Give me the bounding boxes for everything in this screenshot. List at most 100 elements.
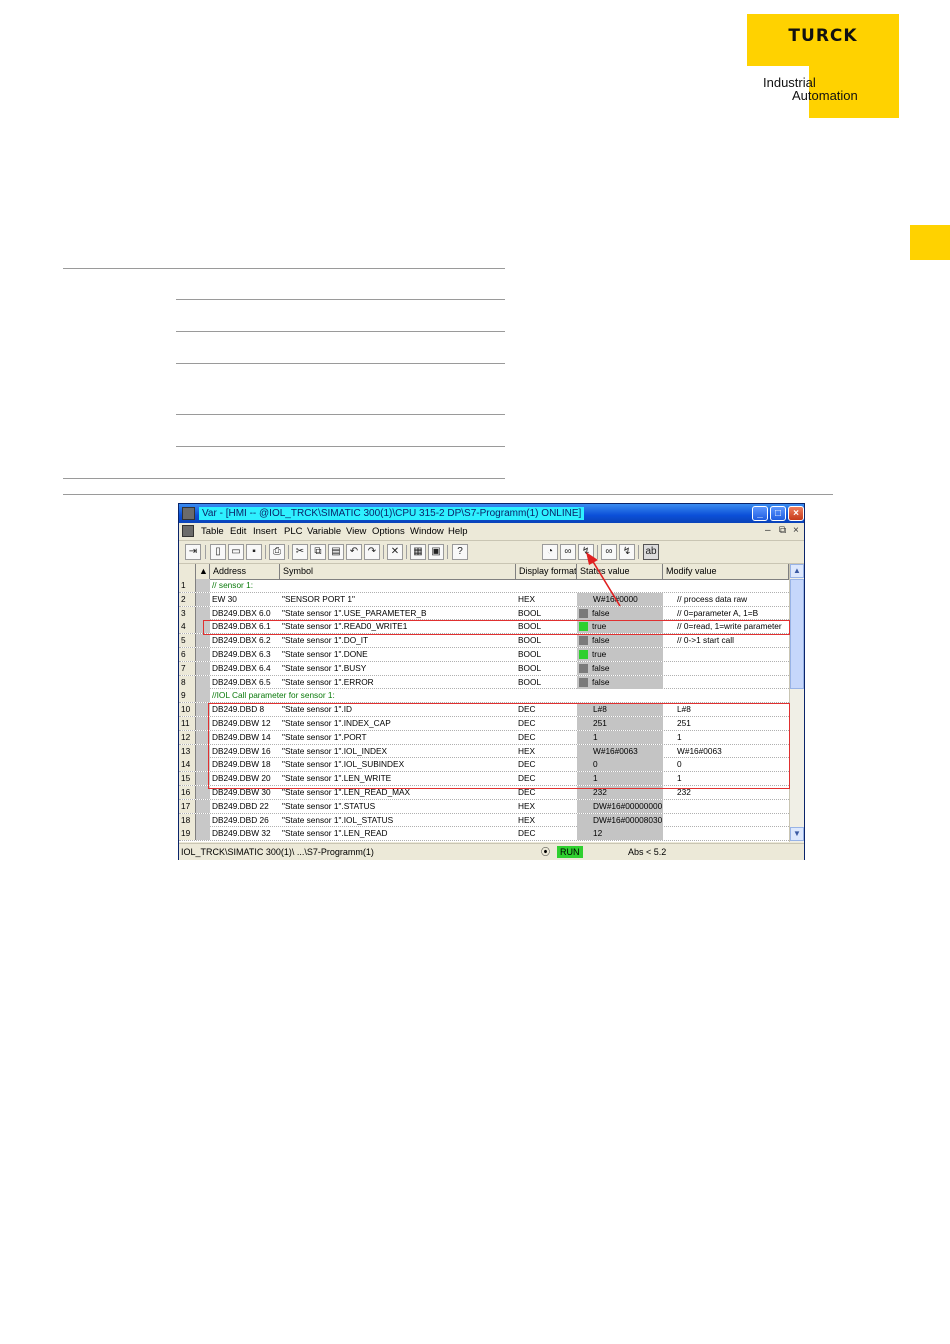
table-rule xyxy=(176,446,505,447)
modify-once-icon[interactable]: ↯ xyxy=(619,544,635,560)
mdi-restore-button[interactable]: ⧉ xyxy=(779,525,786,536)
header-status-value[interactable]: Status value xyxy=(577,564,663,579)
table-row[interactable]: 18 DB249.DBD 26 "State sensor 1".IOL_STATU… xyxy=(179,813,789,828)
help-context-icon[interactable]: ? xyxy=(452,544,468,560)
address-cell[interactable]: DB249.DBX 6.5 xyxy=(210,676,280,689)
table-row[interactable]: 5 DB249.DBX 6.2 "State sensor 1".DO_IT BOOL… xyxy=(179,634,789,648)
modify-value-cell[interactable]: // 0->1 start call xyxy=(663,634,789,647)
modify-value-cell[interactable] xyxy=(663,827,789,840)
menu-table[interactable]: Table xyxy=(201,526,224,537)
symbol-cell[interactable]: "State sensor 1".DO_IT xyxy=(280,634,516,647)
table-row[interactable]: 6 DB249.DBX 6.3 "State sensor 1".DONE BOOL t… xyxy=(179,648,789,662)
menu-insert[interactable]: Insert xyxy=(253,526,277,537)
modify-value-cell[interactable] xyxy=(663,648,789,661)
row-number: 11 xyxy=(179,717,196,730)
menu-view[interactable]: View xyxy=(346,526,366,537)
format-cell[interactable]: BOOL xyxy=(516,634,577,647)
address-cell[interactable]: EW 30 xyxy=(210,593,280,606)
save-icon[interactable]: ▪ xyxy=(246,544,262,560)
symbol-cell[interactable]: "State sensor 1".LEN_READ xyxy=(280,827,516,840)
header-address[interactable]: Address xyxy=(210,564,280,579)
table-row[interactable]: 8 DB249.DBX 6.5 "State sensor 1".ERROR BOOL… xyxy=(179,675,789,690)
delete-icon[interactable]: ✕ xyxy=(387,544,403,560)
modify-value-cell[interactable]: // 0=parameter A, 1=B xyxy=(663,607,789,620)
status-value: W#16#0000 xyxy=(593,593,638,604)
format-cell[interactable]: DEC xyxy=(516,827,577,840)
format-cell[interactable]: BOOL xyxy=(516,662,577,675)
print-icon[interactable]: ⎙ xyxy=(269,544,285,560)
header-modify-value[interactable]: Modify value xyxy=(663,564,789,579)
accessible-nodes-icon[interactable]: ▦ xyxy=(410,544,426,560)
document-icon[interactable] xyxy=(182,525,194,537)
menu-help[interactable]: Help xyxy=(448,526,468,537)
table-row[interactable]: 19 DB249.DBW 32 "State sensor 1".LEN_READ D… xyxy=(179,827,789,842)
symbol-cell[interactable]: "State sensor 1".BUSY xyxy=(280,662,516,675)
sort-icon[interactable]: ▲ xyxy=(196,564,210,579)
format-cell[interactable]: HEX xyxy=(516,800,577,813)
menu-window[interactable]: Window xyxy=(410,526,444,537)
minimize-button[interactable]: _ xyxy=(752,506,768,521)
row-marker xyxy=(196,661,210,675)
table-row[interactable]: 1 // sensor 1: xyxy=(179,579,789,593)
address-cell[interactable]: DB249.DBX 6.0 xyxy=(210,607,280,620)
address-cell[interactable]: DB249.DBX 6.3 xyxy=(210,648,280,661)
scroll-up-icon[interactable]: ▲ xyxy=(790,564,804,578)
symbol-cell[interactable]: "State sensor 1".ERROR xyxy=(280,676,516,689)
table-row[interactable]: 9 //IOL Call parameter for sensor 1: xyxy=(179,689,789,704)
symbol-cell[interactable]: "State sensor 1".USE_PARAMETER_B xyxy=(280,607,516,620)
monitor-icon[interactable]: ◔ xyxy=(542,544,558,560)
menu-edit[interactable]: Edit xyxy=(230,526,246,537)
address-cell[interactable]: DB249.DBW 32 xyxy=(210,827,280,840)
table-row[interactable]: 2 EW 30 "SENSOR PORT 1" HEX W#16#0000 // proc… xyxy=(179,592,789,607)
table-row[interactable]: 3 DB249.DBX 6.0 "State sensor 1".USE_PARAM… xyxy=(179,606,789,621)
modify-value-cell[interactable] xyxy=(663,662,789,675)
close-button[interactable]: × xyxy=(788,506,804,521)
symbol-cell[interactable]: "State sensor 1".DONE xyxy=(280,648,516,661)
open-icon[interactable]: ▭ xyxy=(228,544,244,560)
header-display-format[interactable]: Display format xyxy=(516,564,577,579)
header-symbol[interactable]: Symbol xyxy=(280,564,516,579)
menu-variable[interactable]: Variable xyxy=(307,526,341,537)
copy-icon[interactable]: ⧉ xyxy=(310,544,326,560)
modify-value-cell[interactable]: // process data raw xyxy=(663,593,789,606)
scroll-thumb[interactable] xyxy=(790,579,804,689)
pin-icon[interactable]: ⇥ xyxy=(185,544,201,560)
symbol-cell[interactable]: "State sensor 1".IOL_STATUS xyxy=(280,814,516,827)
monitor-glasses-icon[interactable]: ∞ xyxy=(560,544,576,560)
mdi-minimize-button[interactable]: – xyxy=(765,525,771,536)
menu-options[interactable]: Options xyxy=(372,526,405,537)
address-cell[interactable]: DB249.DBX 6.2 xyxy=(210,634,280,647)
address-cell[interactable]: DB249.DBD 22 xyxy=(210,800,280,813)
modify-value-cell[interactable] xyxy=(663,676,789,689)
modify-value-cell[interactable] xyxy=(663,800,789,813)
symbol-cell[interactable]: "SENSOR PORT 1" xyxy=(280,593,516,606)
table-row[interactable]: 17 DB249.DBD 22 "State sensor 1".STATUS HEX… xyxy=(179,799,789,814)
monitor-variable-icon[interactable]: ∞ xyxy=(601,544,617,560)
modify-variable-icon[interactable]: ↯ xyxy=(578,544,594,560)
scroll-down-icon[interactable]: ▼ xyxy=(790,827,804,841)
address-cell[interactable]: DB249.DBX 6.4 xyxy=(210,662,280,675)
format-cell[interactable]: BOOL xyxy=(516,648,577,661)
maximize-button[interactable]: □ xyxy=(770,506,786,521)
online-icon[interactable]: ▣ xyxy=(428,544,444,560)
menu-plc[interactable]: PLC xyxy=(284,526,302,537)
format-cell[interactable]: HEX xyxy=(516,814,577,827)
format-cell[interactable]: HEX xyxy=(516,593,577,606)
paste-icon[interactable]: ▤ xyxy=(328,544,344,560)
address-cell[interactable]: DB249.DBD 26 xyxy=(210,814,280,827)
format-cell[interactable]: BOOL xyxy=(516,607,577,620)
undo-icon[interactable]: ↶ xyxy=(346,544,362,560)
title-bar[interactable]: Var - [HMI -- @IOL_TRCK\SIMATIC 300(1)\C… xyxy=(179,504,804,523)
table-row[interactable]: 7 DB249.DBX 6.4 "State sensor 1".BUSY BOOL f… xyxy=(179,661,789,676)
format-cell[interactable]: BOOL xyxy=(516,676,577,689)
new-icon[interactable]: ▯ xyxy=(210,544,226,560)
cut-icon[interactable]: ✂ xyxy=(292,544,308,560)
status-led-icon xyxy=(579,677,588,687)
modify-value-cell[interactable] xyxy=(663,814,789,827)
row-marker xyxy=(196,579,210,592)
vertical-scrollbar[interactable]: ▲ ▼ xyxy=(789,564,804,842)
mdi-close-button[interactable]: × xyxy=(793,525,799,536)
symbol-display-icon[interactable]: ab xyxy=(643,544,659,560)
redo-icon[interactable]: ↷ xyxy=(364,544,380,560)
symbol-cell[interactable]: "State sensor 1".STATUS xyxy=(280,800,516,813)
